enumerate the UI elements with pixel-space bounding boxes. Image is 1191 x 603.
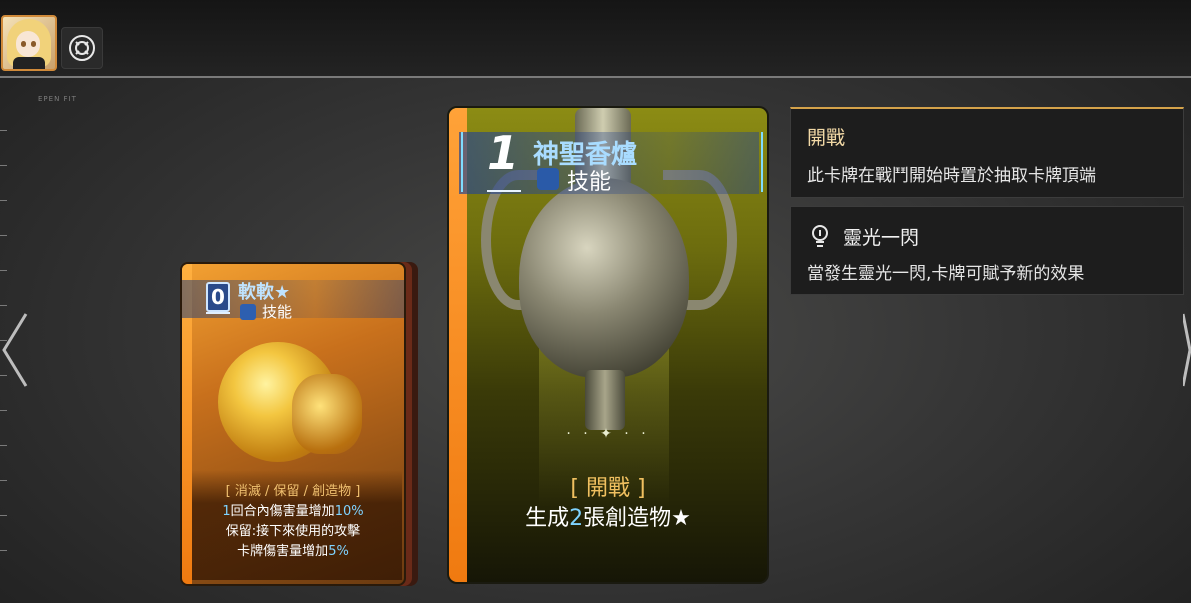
cost-underline bbox=[206, 312, 230, 314]
avatar-face bbox=[16, 31, 40, 57]
card-effect-line-3: 卡牌傷害量增加5% bbox=[182, 540, 404, 559]
tooltip-title: 開戰 bbox=[807, 127, 846, 149]
effect-text: 生成 bbox=[525, 506, 570, 531]
target-circle-button[interactable] bbox=[61, 27, 103, 69]
effect-number: 1 bbox=[222, 504, 231, 519]
ruler-tick bbox=[0, 410, 7, 411]
skill-type-icon bbox=[537, 168, 559, 190]
previous-arrow-button[interactable] bbox=[0, 310, 30, 394]
ruler-tick bbox=[0, 445, 7, 446]
card-cost: 1 bbox=[487, 126, 520, 180]
card-art-censer bbox=[519, 178, 689, 378]
ruler-tick bbox=[0, 550, 7, 551]
avatar-eye-right bbox=[31, 41, 36, 47]
card-type: 技能 bbox=[262, 303, 293, 321]
effect-number: 5% bbox=[328, 544, 349, 559]
keyword-tooltip-inspiration: 靈光一閃 當發生靈光一閃,卡牌可賦予新的效果 bbox=[790, 206, 1184, 295]
ruler-tick bbox=[0, 130, 7, 131]
ruler-tick bbox=[0, 480, 7, 481]
card-effect: 生成2張創造物★ bbox=[449, 500, 767, 532]
effect-text: 回合內傷害量增加 bbox=[230, 504, 335, 519]
banner-edge-left bbox=[461, 132, 463, 192]
avatar-eye-left bbox=[21, 41, 26, 47]
tooltip-title: 靈光一閃 bbox=[843, 227, 920, 249]
ruler-tick bbox=[0, 515, 7, 516]
card-tags: [ 消滅 / 保留 / 創造物 ] bbox=[225, 484, 361, 499]
effect-text: 張創造物★ bbox=[583, 506, 691, 531]
target-circle-icon bbox=[69, 35, 95, 61]
ruler-tick bbox=[0, 200, 7, 201]
selected-card[interactable]: 1 神聖香爐 技能 · · ✦ · · [ 開戰 ] 生成2張創造物★ bbox=[447, 106, 769, 584]
urn-foot bbox=[585, 370, 625, 430]
avatar-collar bbox=[13, 57, 45, 69]
cost-underline bbox=[487, 190, 521, 192]
card-cost: 0 bbox=[206, 282, 230, 312]
character-avatar[interactable] bbox=[1, 15, 57, 71]
keyword-tooltip-opening: 開戰 此卡牌在戰鬥開始時置於抽取卡牌頂端 bbox=[790, 107, 1184, 198]
skill-type-icon bbox=[240, 304, 256, 320]
ruler-label: EPEN FIT bbox=[38, 95, 77, 103]
banner-edge-right bbox=[761, 132, 763, 192]
ruler-tick bbox=[0, 235, 7, 236]
ruler-tick bbox=[0, 165, 7, 166]
tooltip-description: 當發生靈光一閃,卡牌可賦予新的效果 bbox=[807, 264, 1085, 284]
card-effect-line-2: 保留:接下來使用的攻擊 bbox=[225, 524, 361, 539]
ruler-tick bbox=[0, 270, 7, 271]
next-arrow-button[interactable] bbox=[1181, 310, 1191, 394]
chevron-left-icon bbox=[2, 313, 28, 387]
lightbulb-icon bbox=[812, 225, 828, 247]
card-art-slime-drip bbox=[292, 374, 362, 454]
small-card[interactable]: 0 軟軟★ 技能 [ 消滅 / 保留 / 創造物 ] 1回合內傷害量增加10% … bbox=[180, 262, 406, 586]
ruler-tick bbox=[0, 305, 7, 306]
card-effect-line-1: 1回合內傷害量增加10% bbox=[182, 500, 404, 519]
card-tag: [ 開戰 ] bbox=[570, 476, 646, 501]
card-type: 技能 bbox=[567, 170, 612, 195]
top-bar bbox=[0, 0, 1191, 78]
effect-text: 卡牌傷害量增加 bbox=[237, 544, 329, 559]
effect-number: 2 bbox=[569, 506, 584, 531]
sparkle-divider: · · ✦ · · bbox=[566, 426, 650, 442]
tooltip-description: 此卡牌在戰鬥開始時置於抽取卡牌頂端 bbox=[807, 166, 1096, 186]
chevron-right-icon bbox=[1181, 313, 1191, 387]
effect-number: 10% bbox=[334, 504, 364, 519]
